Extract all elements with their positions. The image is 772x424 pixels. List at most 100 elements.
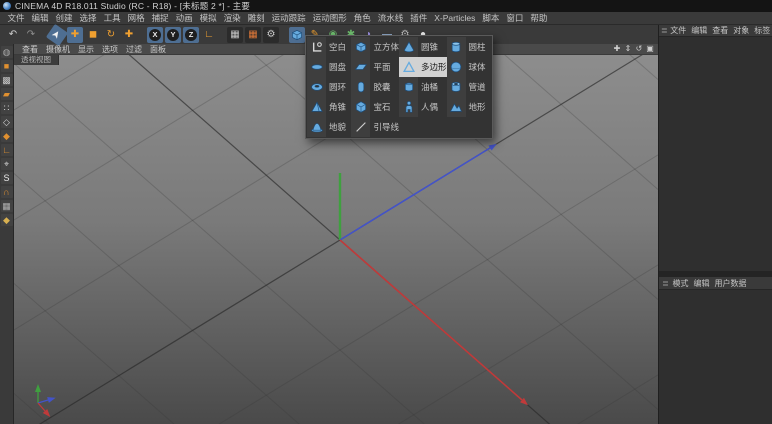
object-manager-menu-objects[interactable]: 对象 [731,25,752,36]
right-panel: ≣ 文件 编辑 查看 对象 标签 ≣ 模式 编辑 用户数据 [658,24,772,424]
menubar-item-window[interactable]: 窗口 [503,12,527,24]
primitive-item-relief[interactable]: 地貌 [307,117,351,137]
add-primitive-object-button[interactable] [289,26,305,43]
undo-button[interactable]: ↶ [5,27,21,43]
primitive-label: 立方体 [373,42,399,52]
menubar-item-file[interactable]: 文件 [4,12,28,24]
keyframe-selection-button[interactable]: ◆ [0,214,13,226]
object-manager-menu-icon[interactable]: ≣ [661,26,668,35]
live-selection-button[interactable]: ➤ [45,23,69,46]
menubar-item-mograph[interactable]: 运动图形 [309,12,350,24]
lock-y-axis-button[interactable]: Y [165,26,181,43]
rotate-tool-button[interactable]: ↻ [103,27,119,43]
primitive-item-cube[interactable]: 立方体 [351,37,399,57]
primitive-item-platonic[interactable]: 宝石 [351,97,399,117]
attribute-manager-menu-icon[interactable]: ≣ [661,279,670,288]
primitive-item-figure[interactable]: 人偶 [399,97,447,117]
viewport-menu-options[interactable]: 选项 [98,44,122,55]
primitive-item-oil-tank[interactable]: 油桶 [399,77,447,97]
menubar-item-motion-tracker[interactable]: 运动跟踪 [268,12,309,24]
primitive-item-sphere[interactable]: 球体 [446,57,491,77]
edge-mode-button[interactable]: ◇ [0,116,13,128]
primitive-item-cylinder[interactable]: 圆柱 [446,37,491,57]
redo-button[interactable]: ↷ [23,27,39,43]
primitive-label: 圆柱 [468,42,486,52]
lock-x-axis-button[interactable]: X [147,26,163,43]
menubar-item-sculpt[interactable]: 雕刻 [244,12,268,24]
viewport-menu-display[interactable]: 显示 [74,44,98,55]
menubar-item-create[interactable]: 创建 [52,12,76,24]
attribute-manager-area[interactable] [659,290,772,424]
render-view-button[interactable]: ▦ [227,26,243,43]
viewport-pan-icon[interactable]: ✚ [612,44,622,54]
viewport-menu-panel[interactable]: 面板 [146,44,170,55]
object-manager-menu-file[interactable]: 文件 [668,25,689,36]
lock-z-axis-button[interactable]: Z [183,26,199,43]
menubar-item-script[interactable]: 脚本 [479,12,503,24]
primitive-item-polygon[interactable]: 多边形 [399,57,447,77]
primitive-label: 油桶 [421,82,439,92]
render-picture-viewer-button[interactable]: ▦ [245,26,261,43]
polygon-mode-button[interactable]: ◆ [0,130,13,142]
menubar-item-animate[interactable]: 动画 [172,12,196,24]
object-manager-menu-edit[interactable]: 编辑 [689,25,710,36]
primitive-item-pyramid[interactable]: 角锥 [307,97,351,117]
enable-snap-button[interactable]: S [0,172,13,184]
tube-icon [446,77,466,97]
menubar-item-tools[interactable]: 工具 [100,12,124,24]
primitive-item-null[interactable]: 空白 [307,37,351,57]
primitive-label: 人偶 [421,102,439,112]
figure-icon [399,97,418,117]
magnet-snap-button[interactable]: ∩ [0,186,13,198]
primitive-item-landscape[interactable]: 地形 [446,97,491,117]
menubar-item-simulate[interactable]: 模拟 [196,12,220,24]
object-manager-list[interactable] [659,37,772,271]
primitive-item-capsule[interactable]: 胶囊 [351,77,399,97]
cylinder-icon [446,37,466,57]
menubar-item-edit[interactable]: 编辑 [28,12,52,24]
render-settings-button[interactable]: ⚙ [263,26,279,43]
menubar-item-plugins[interactable]: 插件 [407,12,431,24]
enable-axis-button[interactable]: ∟ [0,144,13,156]
attribute-manager-menu-user-data[interactable]: 用户数据 [712,278,749,289]
viewport-menu-filter[interactable]: 过滤 [122,44,146,55]
primitive-item-guide[interactable]: 引导线 [351,117,399,137]
primitive-label: 胶囊 [373,82,391,92]
object-manager-menu-view[interactable]: 查看 [710,25,731,36]
primitive-item-disc[interactable]: 圆盘 [307,57,351,77]
menubar-item-snap[interactable]: 捕捉 [148,12,172,24]
menubar-item-pipeline[interactable]: 流水线 [374,12,407,24]
attribute-manager-menu-edit[interactable]: 编辑 [691,278,712,289]
primitive-item-tube[interactable]: 管道 [446,77,491,97]
menubar-item-help[interactable]: 帮助 [527,12,551,24]
primitive-item-torus[interactable]: 圆环 [307,77,351,97]
workplane-mode-button[interactable]: ▰ [0,88,13,100]
points-mode-button[interactable]: ∷ [0,102,13,114]
object-manager-menu-tags[interactable]: 标签 [752,25,772,36]
viewport-rotate-icon[interactable]: ↺ [634,44,644,54]
make-editable-button[interactable]: ◍ [0,46,13,58]
menubar-item-x-particles[interactable]: X-Particles [431,13,479,23]
viewport-zoom-icon[interactable]: ⇕ [623,44,633,54]
world-axis-x [339,239,523,401]
coordinate-system-button[interactable]: ∟ [201,27,217,43]
menubar-item-select[interactable]: 选择 [76,12,100,24]
viewport-toggle-view-icon[interactable]: ▣ [645,44,655,54]
viewport-tab-perspective[interactable]: 透视视图 [14,55,59,65]
quantize-button[interactable]: ▦ [0,200,13,212]
relief-icon [307,117,326,137]
menubar-item-mesh[interactable]: 网格 [124,12,148,24]
model-mode-button[interactable]: ■ [0,60,13,72]
menubar-item-render[interactable]: 渲染 [220,12,244,24]
menubar-item-character[interactable]: 角色 [350,12,374,24]
move-tool-button[interactable]: ✚ [67,26,83,43]
viewport-solo-button[interactable]: ⌖ [0,158,13,170]
last-used-tool-button[interactable]: ✚ [121,27,137,43]
primitive-item-cone[interactable]: 圆锥 [399,37,447,57]
texture-mode-button[interactable]: ▩ [0,74,13,86]
viewport-menu-view[interactable]: 查看 [18,44,42,55]
attribute-manager-menu-mode[interactable]: 模式 [670,278,691,289]
primitive-item-plane[interactable]: 平面 [351,57,399,77]
primitive-label: 空白 [329,42,347,52]
scale-tool-button[interactable]: ◼ [85,27,101,43]
